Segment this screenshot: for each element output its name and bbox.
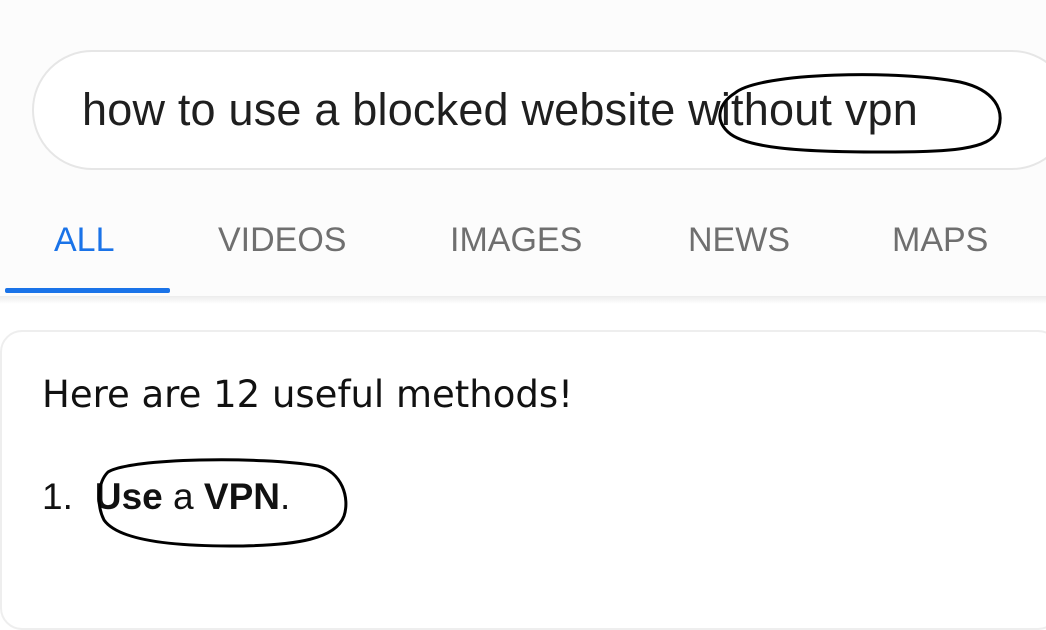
tab-maps[interactable]: MAPS: [892, 220, 988, 260]
search-query-text[interactable]: how to use a blocked website without vpn: [82, 82, 918, 138]
list-item[interactable]: 1. Use a VPN.: [42, 474, 290, 520]
search-tabs: ALL VIDEOS IMAGES NEWS MAPS: [0, 200, 1046, 300]
list-item-period: .: [279, 476, 291, 517]
list-item-number: 1.: [42, 476, 73, 517]
tabs-divider: [0, 296, 1046, 304]
list-item-bold-text: Use: [94, 476, 163, 517]
tab-news[interactable]: NEWS: [688, 220, 790, 260]
tab-images[interactable]: IMAGES: [450, 220, 582, 260]
result-heading: Here are 12 useful methods!: [42, 373, 573, 416]
tab-videos[interactable]: VIDEOS: [218, 220, 346, 260]
list-item-bold-keyword: VPN: [203, 476, 280, 517]
search-results-page: how to use a blocked website without vpn…: [0, 0, 1046, 630]
tab-all[interactable]: ALL: [54, 220, 115, 260]
list-item-text: a: [162, 476, 204, 517]
active-tab-indicator: [5, 288, 170, 293]
